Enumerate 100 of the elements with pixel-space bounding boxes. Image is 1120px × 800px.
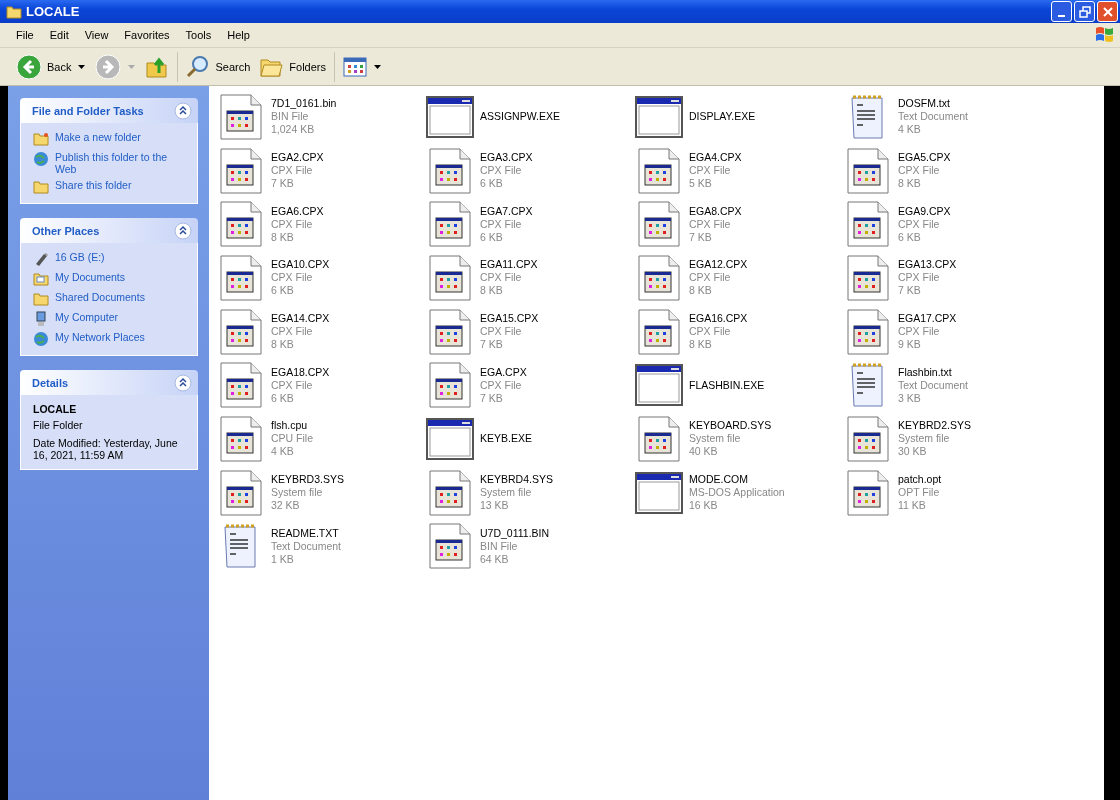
file-entry[interactable]: KEYBRD4.SYS System file 13 KB [426,465,635,520]
file-entry[interactable]: MODE.COM MS-DOS Application 16 KB [635,465,844,520]
file-name: EGA10.CPX [271,258,330,272]
file-name: EGA9.CPX [898,204,951,218]
file-name: EGA17.CPX [898,312,957,326]
folder-icon [6,4,22,19]
file-name: FLASHBIN.EXE [689,378,765,392]
file-entry[interactable]: EGA7.CPX CPX File 6 KB [426,197,635,252]
file-type: Text Document [271,539,342,553]
file-entry[interactable]: DISPLAY.EXE [635,90,844,144]
menu-item[interactable]: Tools [177,29,220,41]
file-type: CPX File [689,325,732,339]
menu-item[interactable]: Edit [41,29,77,41]
file-entry[interactable]: KEYBOARD.SYS System file 40 KB [635,412,844,466]
file-type: CPX File [898,325,941,339]
file-entry[interactable]: KEYBRD2.SYS System file 30 KB [844,412,1053,466]
file-entry[interactable]: 7D1_0161.bin BIN File 1,024 KB [217,90,426,144]
file-type: CPX File [689,217,732,231]
file-entry[interactable]: patch.opt OPT File 11 KB [844,465,1053,520]
minimize-icon [1058,14,1065,17]
file-entry[interactable]: EGA4.CPX CPX File 5 KB [635,143,844,198]
task-link[interactable]: My Documents [55,271,126,283]
file-size: 9 KB [898,338,922,352]
minimize-button[interactable] [1051,1,1072,22]
file-entry[interactable]: EGA.CPX CPX File 7 KB [426,358,635,413]
panel-header[interactable]: File and Folder Tasks [20,98,198,123]
file-icon [217,307,265,356]
file-type: CPX File [480,378,523,392]
menu-item[interactable]: View [76,29,117,41]
file-icon [217,361,265,410]
file-entry[interactable]: EGA16.CPX CPX File 8 KB [635,304,844,359]
details-type: File Folder [33,419,84,431]
task-link[interactable]: My Network Places [55,331,145,343]
file-entry[interactable]: EGA3.CPX CPX File 6 KB [426,143,635,198]
file-entry[interactable]: FLASHBIN.EXE [635,358,844,413]
panel-header[interactable]: Details [20,370,198,395]
file-size: 64 KB [480,552,510,566]
file-entry[interactable]: README.TXT Text Document 1 KB [217,519,426,574]
file-size: 8 KB [480,284,504,298]
file-icon [844,414,892,463]
file-icon [426,468,474,517]
file-name: EGA15.CPX [480,312,539,326]
file-entry[interactable]: EGA17.CPX CPX File 9 KB [844,304,1053,359]
search-button[interactable]: Search [182,50,255,83]
file-icon [426,522,474,571]
panel-header[interactable]: Other Places [20,218,198,243]
file-icon [426,253,474,302]
folder-icon [33,131,49,147]
file-entry[interactable]: EGA11.CPX CPX File 8 KB [426,251,635,305]
task-link[interactable]: 16 GB (E:) [55,251,105,263]
file-entry[interactable]: KEYBRD3.SYS System file 32 KB [217,465,426,520]
collapse-icon[interactable] [174,373,192,392]
window-title: LOCALE [26,4,81,19]
task-link[interactable]: Make a new folder [55,131,141,143]
file-entry[interactable]: EGA6.CPX CPX File 8 KB [217,197,426,252]
file-entry[interactable]: EGA15.CPX CPX File 7 KB [426,304,635,359]
back-button[interactable]: Back [12,50,90,83]
file-name: Flashbin.txt [898,365,953,379]
task-link[interactable]: Shared Documents [55,291,145,303]
file-name: EGA14.CPX [271,312,330,326]
restore-button[interactable] [1074,1,1095,22]
collapse-icon[interactable] [174,101,192,120]
menu-item[interactable]: Help [219,29,258,41]
file-entry[interactable]: EGA8.CPX CPX File 7 KB [635,197,844,252]
file-entry[interactable]: EGA9.CPX CPX File 6 KB [844,197,1053,252]
menu-item[interactable]: File [8,29,42,41]
file-size: 6 KB [898,230,922,244]
file-entry[interactable]: Flashbin.txt Text Document 3 KB [844,358,1053,413]
file-entry[interactable]: DOSFM.txt Text Document 4 KB [844,90,1053,144]
folder-icon [33,179,49,195]
task-link[interactable]: Publish this folder to the Web [55,151,191,175]
file-entry[interactable]: EGA2.CPX CPX File 7 KB [217,143,426,198]
file-entry[interactable]: flsh.cpu CPU File 4 KB [217,412,426,466]
file-entry[interactable]: KEYB.EXE [426,412,635,466]
folders-button[interactable]: Folders [256,50,330,83]
file-entry[interactable]: EGA10.CPX CPX File 6 KB [217,251,426,305]
task-link[interactable]: Share this folder [55,179,132,191]
file-size: 6 KB [480,230,504,244]
file-entry[interactable]: EGA14.CPX CPX File 8 KB [217,304,426,359]
file-size: 8 KB [271,230,295,244]
file-size: 6 KB [271,391,295,405]
file-size: 7 KB [480,391,504,405]
file-type: CPX File [898,271,941,285]
menu-item[interactable]: Favorites [116,29,178,41]
file-entry[interactable]: U7D_0111.BIN BIN File 64 KB [426,519,635,574]
file-entry[interactable]: EGA13.CPX CPX File 7 KB [844,251,1053,305]
file-size: 32 KB [271,499,301,513]
file-entry[interactable]: EGA5.CPX CPX File 8 KB [844,143,1053,198]
file-size: 1 KB [271,552,295,566]
collapse-icon[interactable] [174,221,192,240]
file-type: CPX File [271,164,314,178]
file-entry[interactable]: EGA18.CPX CPX File 6 KB [217,358,426,413]
task-link[interactable]: My Computer [55,311,118,323]
file-size: 1,024 KB [271,123,316,137]
file-entry[interactable]: EGA12.CPX CPX File 8 KB [635,251,844,305]
usb-drive-icon [33,251,49,267]
close-button[interactable] [1097,1,1118,22]
file-type: CPX File [271,217,314,231]
file-entry[interactable]: ASSIGNPW.EXE [426,90,635,144]
file-type: CPX File [480,164,523,178]
